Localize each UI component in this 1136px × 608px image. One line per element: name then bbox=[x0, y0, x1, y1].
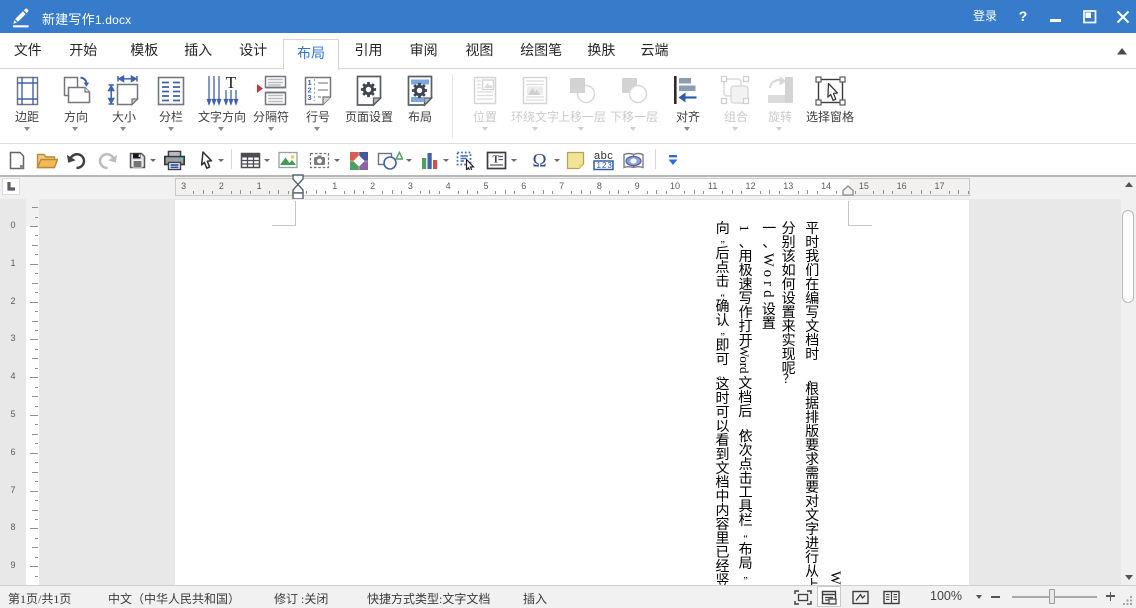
svg-text:Ω: Ω bbox=[532, 151, 546, 172]
svg-text:123: 123 bbox=[597, 161, 613, 170]
svg-text:3: 3 bbox=[308, 93, 312, 102]
svg-text:T: T bbox=[493, 155, 500, 166]
svg-text:abc: abc bbox=[594, 150, 613, 162]
svg-text:T: T bbox=[226, 75, 237, 92]
